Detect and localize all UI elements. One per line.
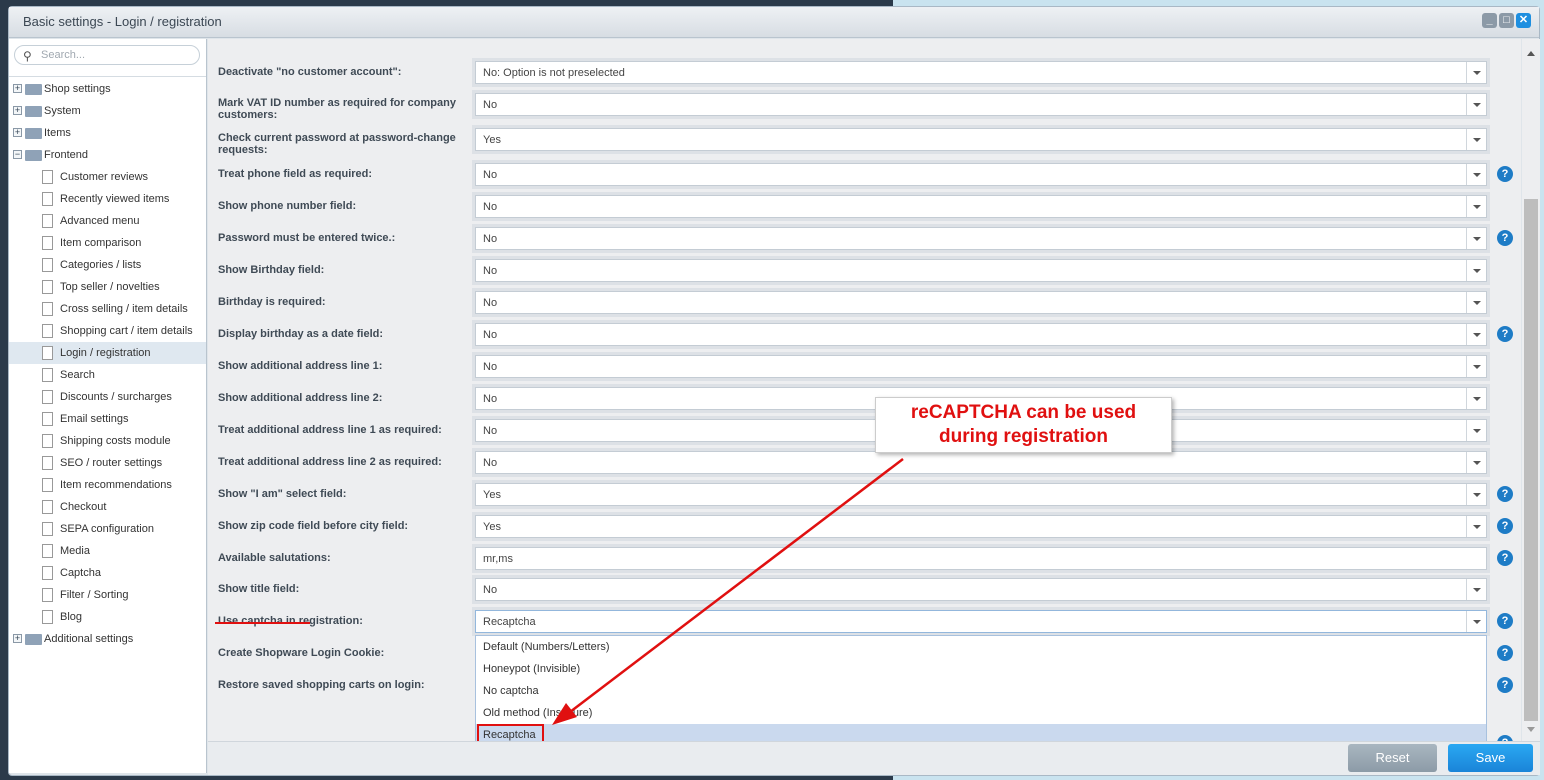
annotation-arrow bbox=[552, 458, 904, 725]
